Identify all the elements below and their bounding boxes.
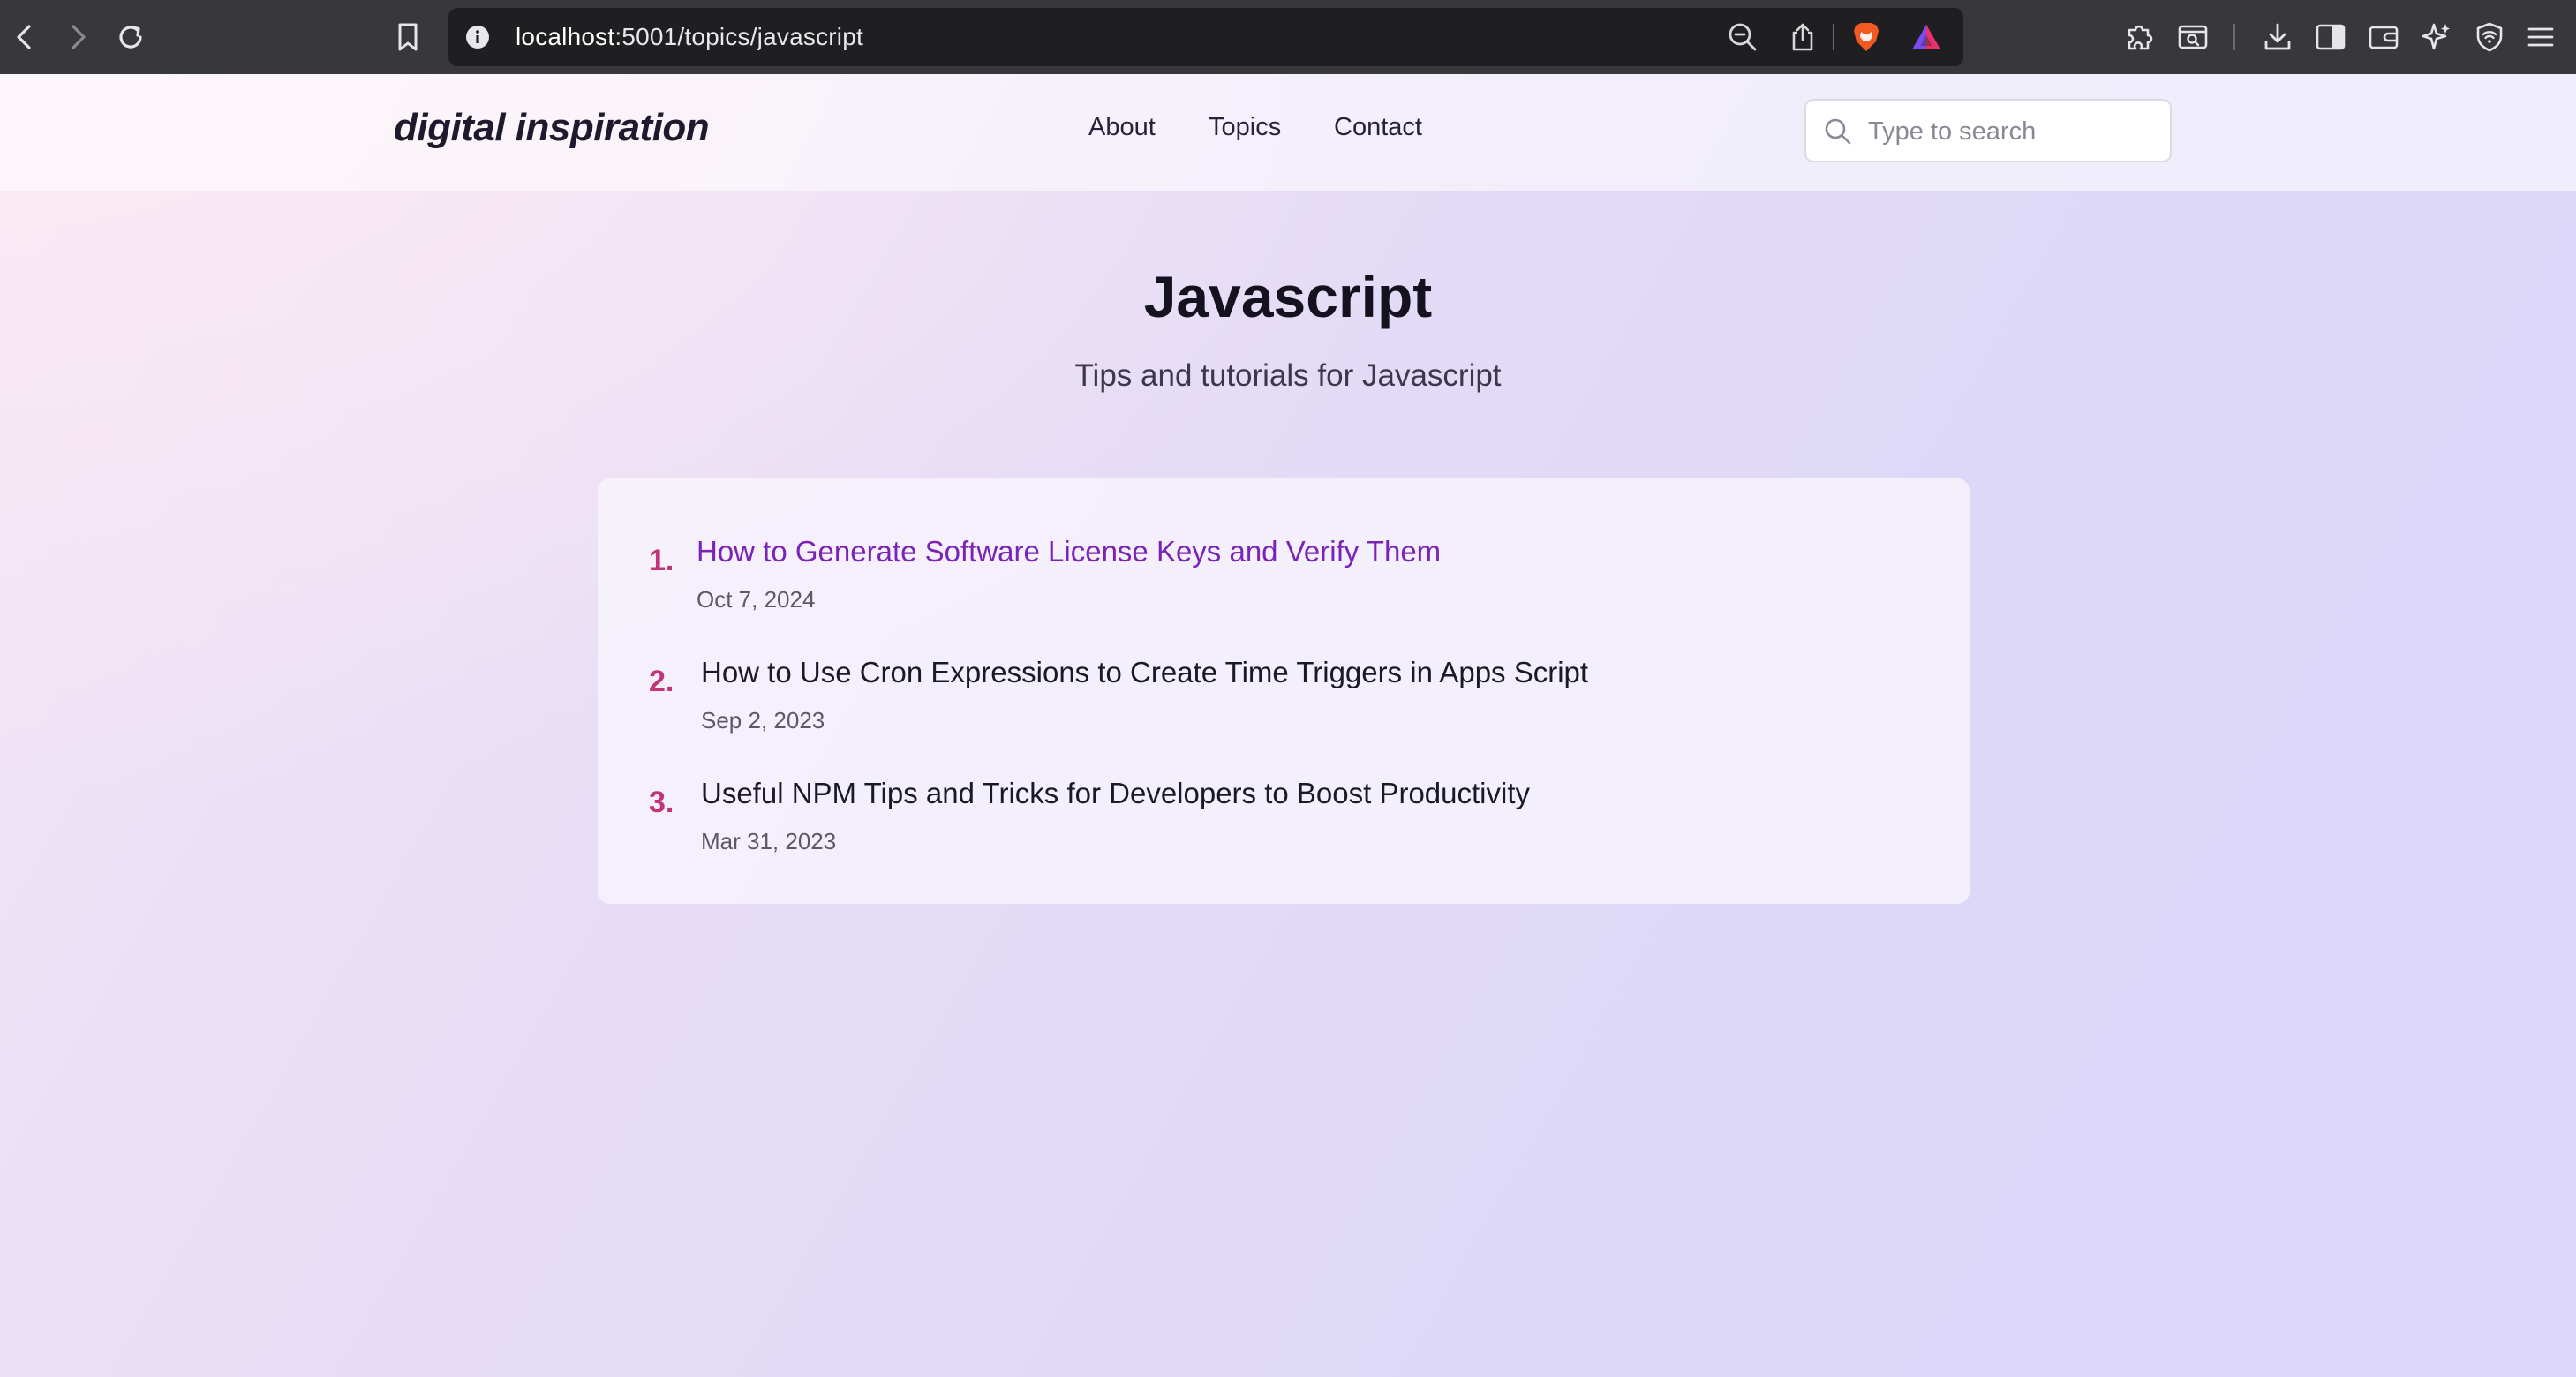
nav-topics[interactable]: Topics	[1209, 113, 1281, 142]
hamburger-menu-icon[interactable]	[2523, 19, 2558, 55]
search-input[interactable]	[1866, 101, 2161, 162]
nav-about[interactable]: About	[1088, 113, 1156, 142]
search-icon	[1824, 117, 1852, 146]
item-number: 2.	[649, 665, 674, 698]
item-number: 3.	[649, 786, 674, 819]
article-date: Mar 31, 2023	[701, 828, 837, 854]
brave-rewards-icon[interactable]	[1909, 19, 1944, 55]
url-path: :5001/topics/javascript	[614, 23, 863, 50]
back-arrow-icon[interactable]	[7, 19, 42, 55]
page-title: Javascript	[1143, 264, 1433, 329]
vpn-shield-icon[interactable]	[2472, 19, 2507, 55]
page-content: digital inspiration About Topics Contact…	[0, 74, 2576, 1377]
forward-arrow-icon[interactable]	[60, 19, 95, 55]
share-icon[interactable]	[1785, 19, 1820, 55]
puzzle-icon[interactable]	[2122, 19, 2158, 55]
item-number: 1.	[649, 544, 674, 577]
brave-lion-icon[interactable]	[1849, 19, 1884, 55]
reload-icon[interactable]	[113, 19, 148, 55]
browser-toolbar: localhost:5001/topics/javascript	[0, 0, 2576, 75]
article-link[interactable]: How to Generate Software License Keys an…	[697, 535, 1441, 568]
info-icon[interactable]	[464, 24, 491, 50]
bookmark-icon[interactable]	[390, 19, 426, 55]
article-link[interactable]: Useful NPM Tips and Tricks for Developer…	[701, 777, 1530, 810]
sparkle-icon[interactable]	[2419, 19, 2454, 55]
divider	[2233, 24, 2235, 50]
url-host: localhost	[516, 23, 615, 50]
address-bar[interactable]: localhost:5001/topics/javascript	[448, 8, 1963, 66]
page-search-icon[interactable]	[2175, 19, 2211, 55]
wallet-icon[interactable]	[2366, 19, 2401, 55]
article-date: Oct 7, 2024	[697, 586, 816, 613]
article-date: Sep 2, 2023	[701, 707, 825, 734]
nav-contact[interactable]: Contact	[1334, 113, 1422, 142]
search-box[interactable]	[1804, 99, 2172, 162]
site-logo[interactable]: digital inspiration	[394, 106, 710, 150]
url-text[interactable]: localhost:5001/topics/javascript	[516, 8, 863, 66]
download-icon[interactable]	[2260, 19, 2295, 55]
divider	[1833, 24, 1834, 50]
site-header: digital inspiration About Topics Contact	[0, 74, 2576, 191]
article-link[interactable]: How to Use Cron Expressions to Create Ti…	[701, 656, 1588, 689]
page-subtitle: Tips and tutorials for Javascript	[1074, 358, 1502, 393]
zoom-out-icon[interactable]	[1725, 19, 1760, 55]
sidebar-icon[interactable]	[2313, 19, 2348, 55]
article-list: 1. How to Generate Software License Keys…	[598, 478, 1970, 904]
